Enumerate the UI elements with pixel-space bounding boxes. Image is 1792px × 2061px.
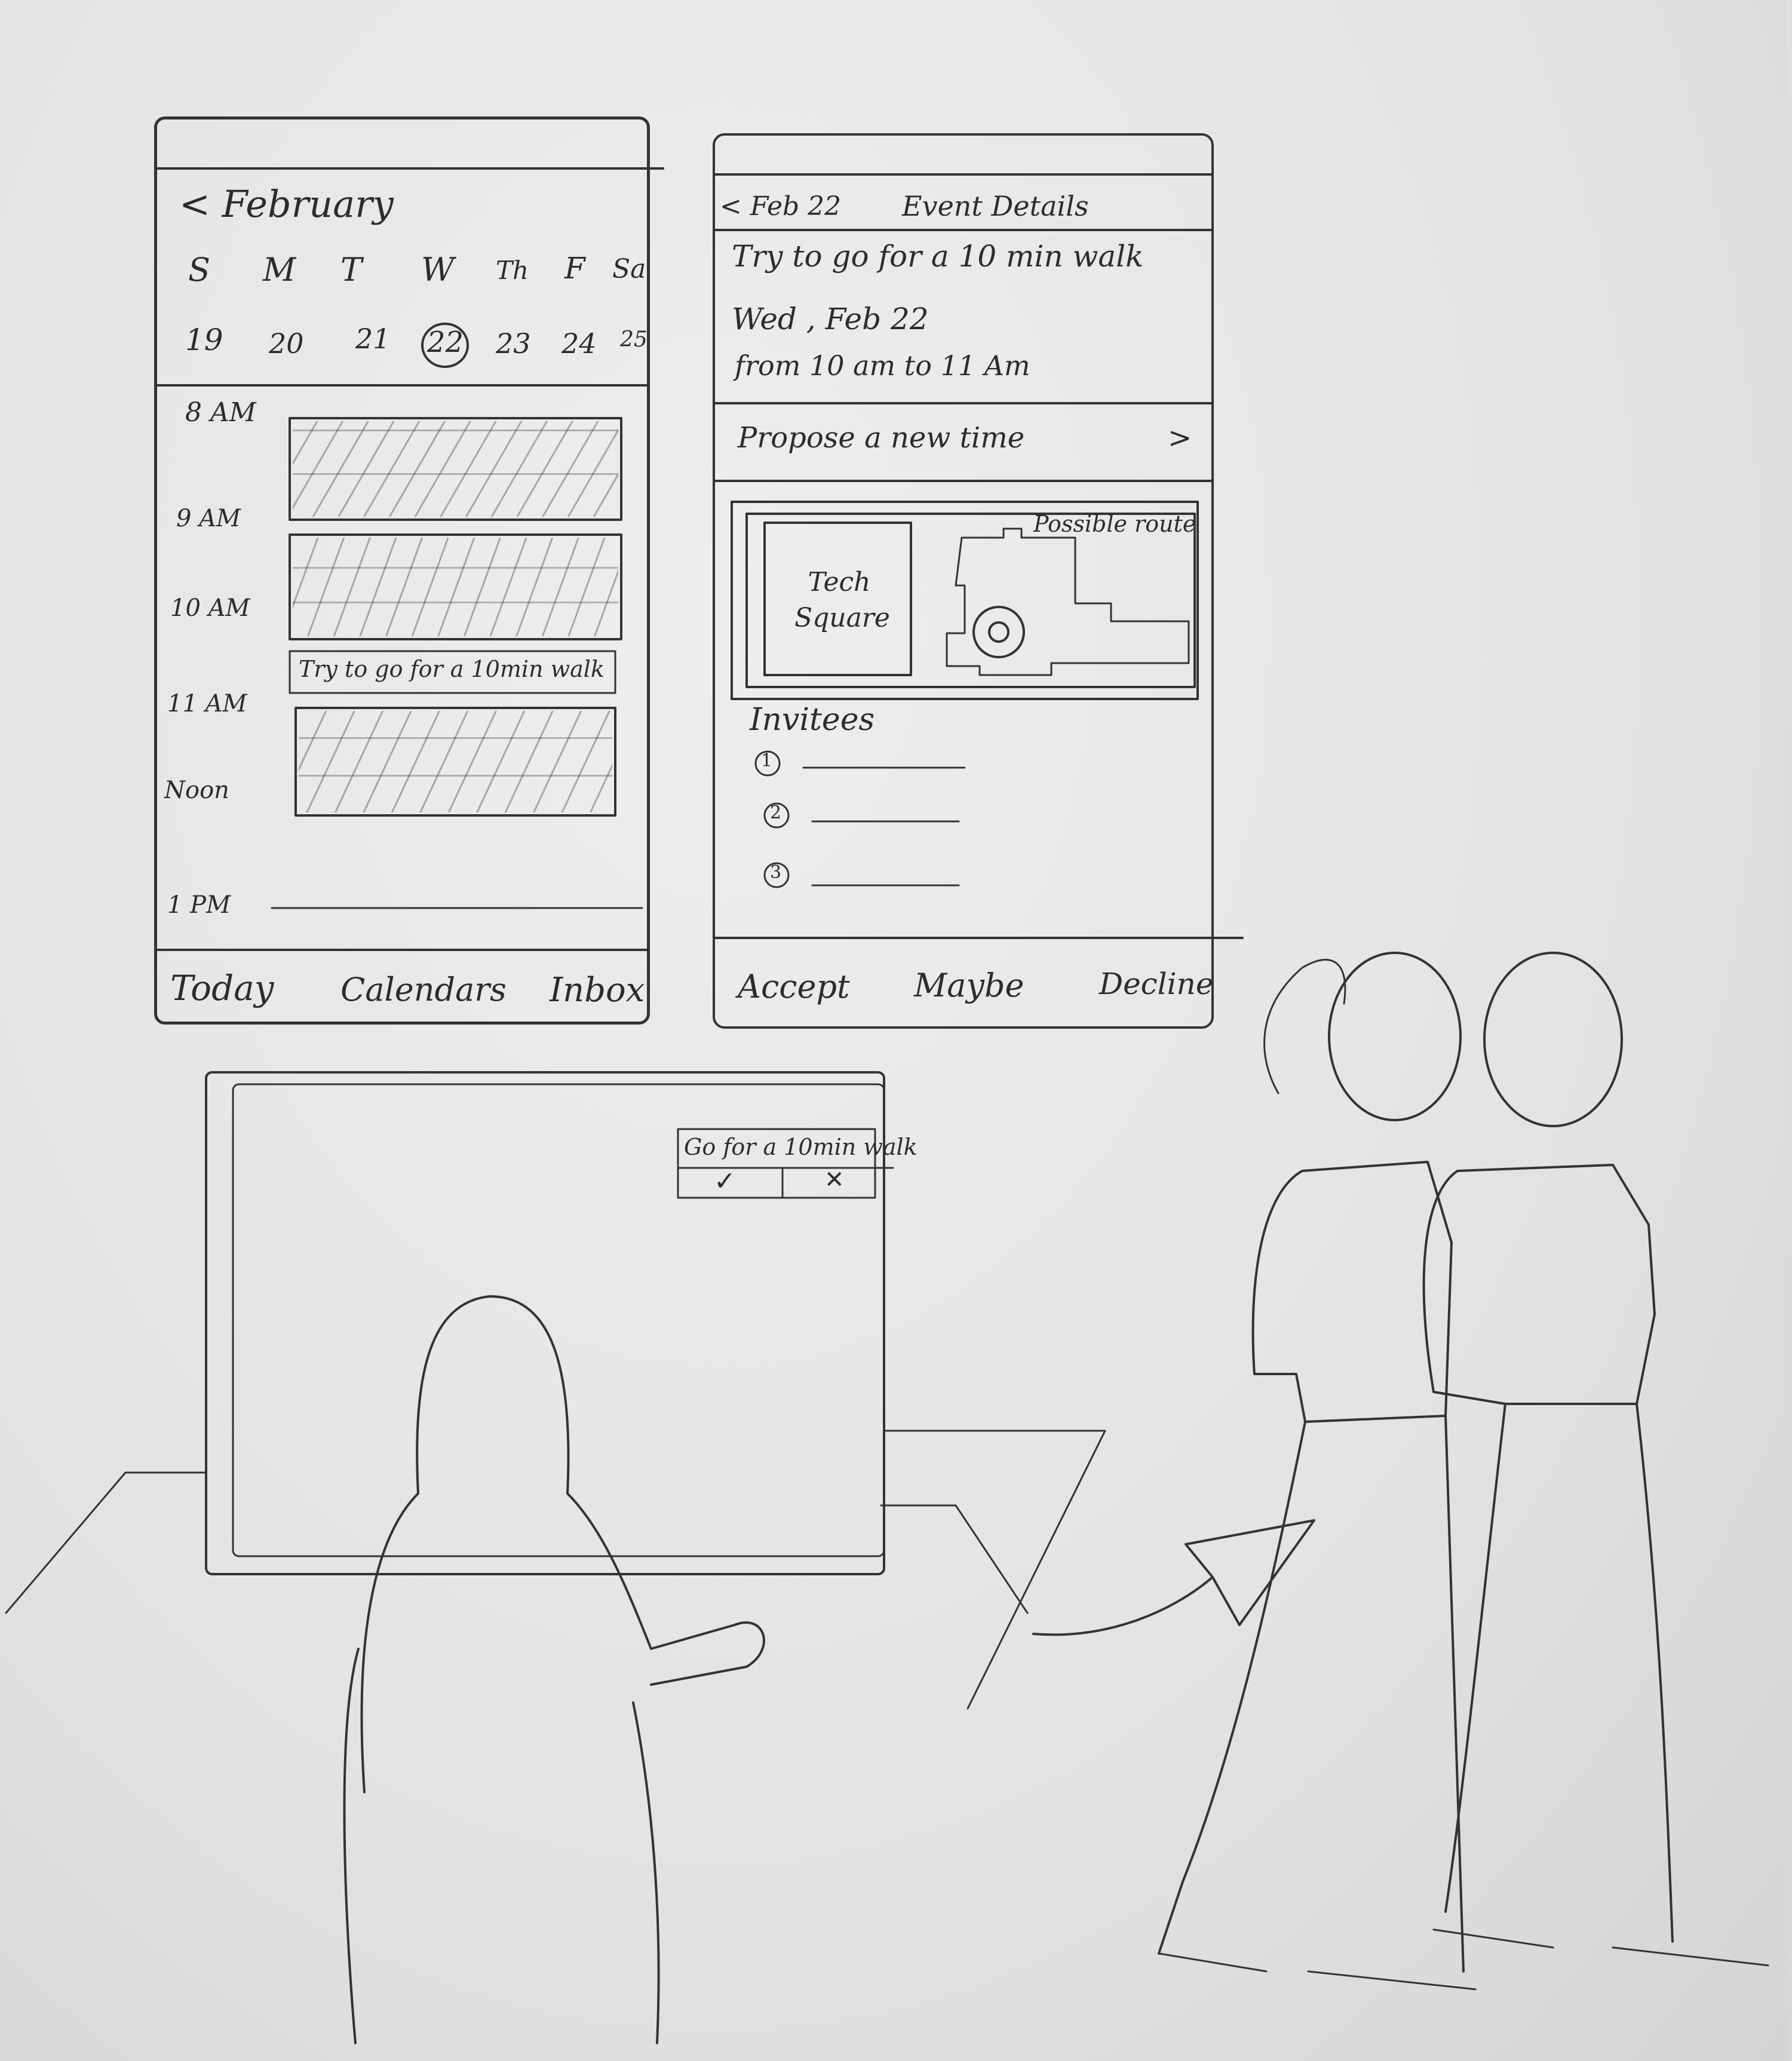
time-label: 1 PM	[167, 891, 231, 919]
weekday-label: Th	[496, 256, 529, 285]
invitee-number: 3	[770, 862, 782, 883]
propose-label: Propose a new time	[738, 421, 1025, 455]
back-link[interactable]: < Feb 22	[720, 191, 841, 222]
event-time: from 10 am to 11 Am	[735, 349, 1030, 382]
walk-event-block[interactable]: Try to go for a 10min walk	[299, 656, 605, 682]
propose-new-time-row[interactable]: Propose a new time >	[738, 418, 1204, 466]
busy-block[interactable]	[299, 711, 612, 812]
notification-accept-icon[interactable]: ✓	[714, 1166, 736, 1197]
invitee-number: 2	[770, 802, 782, 823]
chevron-right-icon: >	[1168, 421, 1192, 455]
date-cell-selected[interactable]: 22	[427, 326, 464, 359]
invitees-heading: Invitees	[750, 702, 875, 738]
date-cell[interactable]: 20	[269, 327, 304, 360]
time-label: 8 AM	[185, 397, 256, 428]
event-title: Try to go for a 10 min walk	[732, 239, 1144, 274]
map-building-label: Tech Square	[794, 567, 890, 633]
accept-button[interactable]: Accept	[738, 968, 850, 1005]
date-cell[interactable]: 19	[185, 323, 223, 357]
decline-button[interactable]: Decline	[1099, 967, 1213, 1001]
time-label: Noon	[164, 777, 229, 804]
maybe-button[interactable]: Maybe	[914, 967, 1024, 1004]
screen-title: Event Details	[902, 190, 1089, 222]
tab-inbox[interactable]: Inbox	[550, 971, 645, 1010]
weekday-label: T	[340, 251, 363, 289]
date-cell[interactable]: 25	[620, 327, 648, 352]
map-route-label: Possible route	[1033, 511, 1196, 537]
invitee-number: 1	[761, 750, 773, 771]
time-label: 11 AM	[167, 690, 247, 717]
notification-text: Go for a 10min walk	[684, 1134, 918, 1160]
weekday-label: Sa	[612, 254, 646, 284]
date-cell[interactable]: 24	[561, 327, 597, 360]
busy-block[interactable]	[293, 421, 618, 517]
busy-block[interactable]	[293, 538, 618, 636]
weekday-label: F	[564, 251, 585, 286]
tab-today[interactable]: Today	[170, 968, 274, 1008]
date-cell[interactable]: 23	[496, 327, 531, 360]
tab-calendars[interactable]: Calendars	[340, 971, 507, 1008]
weekday-label: M	[263, 251, 296, 289]
time-label: 9 AM	[176, 505, 241, 532]
event-date: Wed , Feb 22	[732, 302, 929, 336]
weekday-label: S	[188, 251, 210, 289]
notification-dismiss-icon[interactable]: ✕	[824, 1166, 845, 1194]
weekday-label: W	[421, 251, 455, 289]
time-label: 10 AM	[170, 594, 250, 622]
date-cell[interactable]: 21	[355, 323, 391, 355]
month-back-link[interactable]: < February	[179, 182, 394, 226]
